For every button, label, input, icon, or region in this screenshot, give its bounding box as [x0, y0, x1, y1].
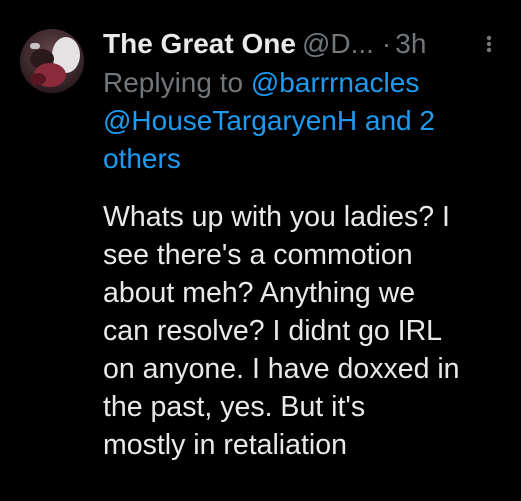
tweet-body-line: can resolve? I didnt go IRL [103, 315, 443, 347]
tweet[interactable]: The Great One @D... · 3h Replying to @barrr… [0, 0, 521, 501]
tweet-body-line: mostly in retaliation [103, 429, 347, 461]
author-display-name[interactable]: The Great One [103, 28, 296, 59]
separator-dot: · [381, 28, 392, 59]
tweet-body-line: see there's a commotion [103, 239, 413, 271]
replying-to: Replying to @barrrnacles @HouseTargaryen… [103, 64, 513, 178]
more-vertical-icon[interactable] [481, 32, 497, 56]
replying-to-prefix: Replying to [103, 67, 251, 98]
mention-link-others-cont[interactable]: others [103, 143, 181, 174]
avatar-image [20, 29, 84, 93]
mention-link-others[interactable]: @HouseTargaryenH and 2 [103, 105, 435, 136]
tweet-timestamp[interactable]: 3h [395, 28, 426, 59]
mention-link[interactable]: @barrrnacles [251, 67, 419, 98]
tweet-header: The Great One @D... · 3h [103, 24, 513, 64]
tweet-body-line: the past, yes. But it's [103, 391, 366, 423]
tweet-body-line: about meh? Anything we [103, 277, 416, 309]
author-handle[interactable]: @D... [302, 28, 374, 59]
profile-avatar[interactable] [20, 29, 84, 93]
tweet-body-line: on anyone. I have doxxed in [103, 353, 460, 385]
tweet-body: Whats up with you ladies? I see there's … [103, 198, 513, 464]
tweet-body-line: Whats up with you ladies? I [103, 201, 450, 233]
